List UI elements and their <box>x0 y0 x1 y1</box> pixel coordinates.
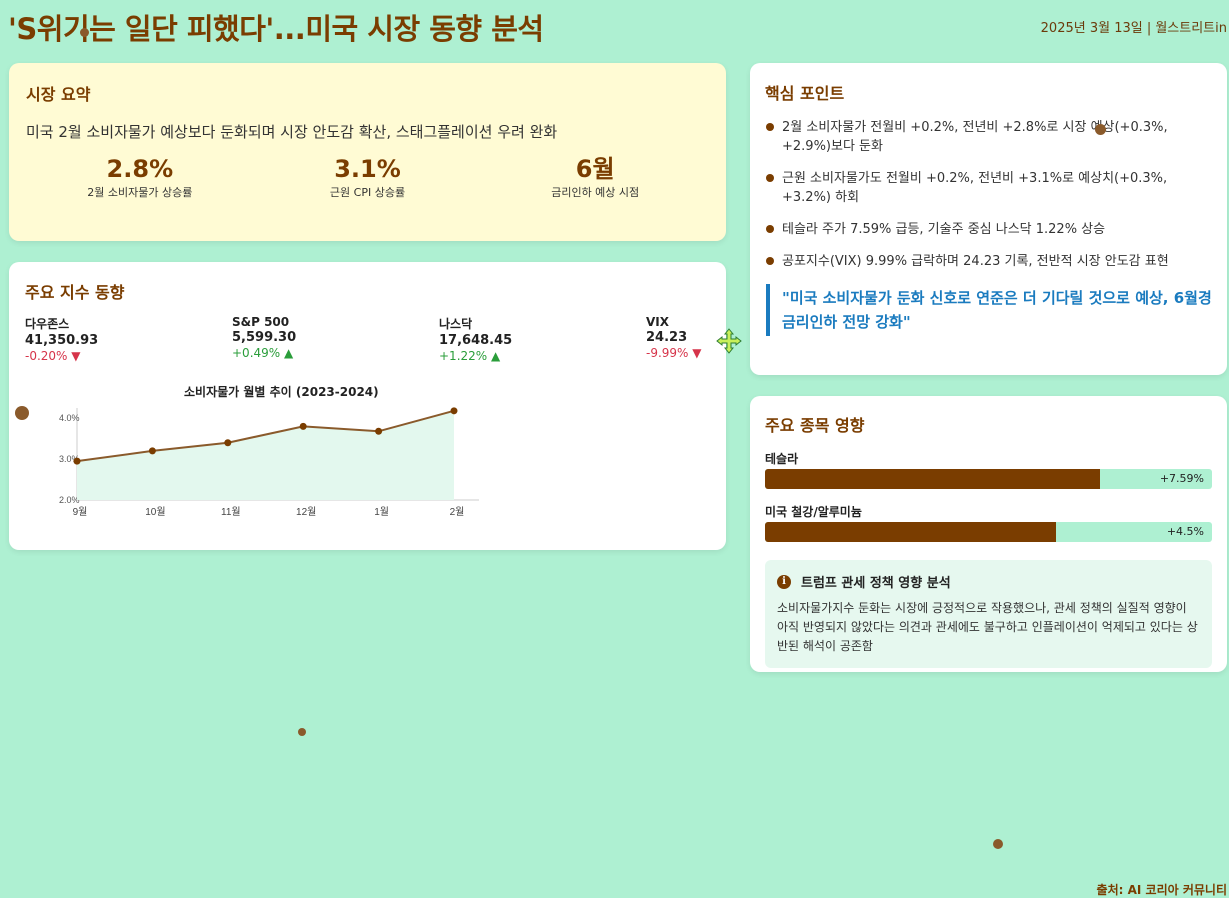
keypoint-text: 테슬라 주가 7.59% 급등, 기술주 중심 나스닥 1.22% 상승 <box>782 222 1106 237</box>
analysis-title: 트럼프 관세 정책 영향 분석 <box>801 576 951 591</box>
info-icon: i <box>777 574 791 589</box>
keypoints-list: 2월 소비자물가 전월비 +0.2%, 전년비 +2.8%로 시장 예상(+0.… <box>765 118 1212 271</box>
stock-change: +7.59% <box>1159 472 1204 485</box>
indices-card: 주요 지수 동향 다우존스 41,350.93 -0.20% ▼ S&P 500… <box>9 262 726 550</box>
stat-value: 2.8% <box>106 155 174 183</box>
decor-dot <box>15 406 29 420</box>
indices-heading: 주요 지수 동향 <box>25 283 125 302</box>
stat-label: 근원 CPI 상승률 <box>329 186 406 199</box>
data-point <box>450 407 458 415</box>
data-point <box>224 439 232 447</box>
x-tick-label: 11월 <box>221 506 241 518</box>
data-point <box>73 457 81 465</box>
move-cursor-icon <box>716 328 742 354</box>
stock-change: +4.5% <box>1166 525 1204 538</box>
index-name: S&P 500 <box>232 315 290 329</box>
index-change: +1.22% ▲ <box>439 349 501 363</box>
stocks-card: 주요 종목 영향 테슬라 +7.59% 미국 철강/알루미늄 +4.5% i 트… <box>750 396 1227 672</box>
chart-title: 소비자물가 월별 추이 (2023-2024) <box>184 385 379 399</box>
analysis-body: 소비자물가지수 둔화는 시장에 긍정적으로 작용했으나, 관세 정책의 실질적 … <box>777 601 1198 653</box>
keypoint-text: 근원 소비자물가도 전월비 +0.2%, 전년비 +3.1%로 예상치(+0.3… <box>782 171 1168 205</box>
index-nasdaq: 나스닥 17,648.45 +1.22% ▲ <box>439 315 646 363</box>
stat-value: 3.1% <box>334 155 401 183</box>
stat-core-cpi: 3.1% 근원 CPI 상승률 <box>254 156 482 200</box>
stat-cpi: 2.8% 2월 소비자물가 상승률 <box>26 156 254 200</box>
stock-bar-fill <box>765 522 1056 542</box>
list-item: 공포지수(VIX) 9.99% 급락하며 24.23 기록, 전반적 시장 안도… <box>765 252 1212 271</box>
index-change: -9.99% ▼ <box>646 346 702 360</box>
y-tick-label: 4.0% <box>59 413 80 423</box>
stock-bar-track: +7.59% <box>765 469 1212 489</box>
footer-source: 출처: AI 코리아 커뮤니티 <box>1096 883 1227 897</box>
stock-steel: 미국 철강/알루미늄 +4.5% <box>765 503 1212 542</box>
index-value: 41,350.93 <box>25 333 99 348</box>
index-sp500: S&P 500 5,599.30 +0.49% ▲ <box>232 315 439 363</box>
keypoint-text: 2월 소비자물가 전월비 +0.2%, 전년비 +2.8%로 시장 예상(+0.… <box>782 120 1168 154</box>
x-tick-label: 1월 <box>374 506 389 518</box>
stocks-heading: 주요 종목 영향 <box>765 416 865 435</box>
stock-tesla: 테슬라 +7.59% <box>765 450 1212 489</box>
market-summary-card: 시장 요약 미국 2월 소비자물가 예상보다 둔화되며 시장 안도감 확산, 스… <box>9 63 726 241</box>
decor-dot <box>298 728 306 736</box>
index-vix: VIX 24.23 -9.99% ▼ <box>646 315 706 363</box>
stock-name: 미국 철강/알루미늄 <box>765 505 862 519</box>
decor-dot <box>80 28 89 37</box>
date-source: 2025년 3월 13일 | 월스트리트in <box>1040 21 1227 36</box>
data-point <box>375 427 383 435</box>
x-tick-label: 9월 <box>73 506 88 518</box>
list-item: 2월 소비자물가 전월비 +0.2%, 전년비 +2.8%로 시장 예상(+0.… <box>765 118 1212 156</box>
keypoints-heading: 핵심 포인트 <box>765 84 845 103</box>
index-change: +0.49% ▲ <box>232 346 294 360</box>
index-value: 24.23 <box>646 330 688 345</box>
key-points-card: 핵심 포인트 2월 소비자물가 전월비 +0.2%, 전년비 +2.8%로 시장… <box>750 63 1227 375</box>
bullet-icon <box>766 257 774 265</box>
y-tick-label: 2.0% <box>59 495 80 505</box>
stock-name: 테슬라 <box>765 452 799 466</box>
x-tick-label: 10월 <box>145 506 165 518</box>
bullet-icon <box>766 123 774 131</box>
data-point <box>299 422 307 430</box>
x-tick-label: 2월 <box>450 506 465 518</box>
bullet-icon <box>766 225 774 233</box>
data-point <box>148 447 156 455</box>
index-change: -0.20% ▼ <box>25 349 81 363</box>
analysis-title-row: i 트럼프 관세 정책 영향 분석 <box>777 572 1200 591</box>
index-name: VIX <box>646 315 670 329</box>
tariff-analysis-box: i 트럼프 관세 정책 영향 분석 소비자물가지수 둔화는 시장에 긍정적으로 … <box>765 560 1212 668</box>
stock-bar-fill <box>765 469 1101 489</box>
page-title: 'S위기는 일단 피했다'...미국 시장 동향 분석 <box>8 12 544 46</box>
index-name: 다우존스 <box>25 317 70 331</box>
stat-label: 2월 소비자물가 상승률 <box>87 186 193 199</box>
list-item: 테슬라 주가 7.59% 급등, 기술주 중심 나스닥 1.22% 상승 <box>765 220 1212 239</box>
summary-description: 미국 2월 소비자물가 예상보다 둔화되며 시장 안도감 확산, 스태그플레이션… <box>26 123 558 141</box>
index-name: 나스닥 <box>439 317 473 331</box>
x-tick-label: 12월 <box>296 506 316 518</box>
list-item: 근원 소비자물가도 전월비 +0.2%, 전년비 +3.1%로 예상치(+0.3… <box>765 169 1212 207</box>
indices-row: 다우존스 41,350.93 -0.20% ▼ S&P 500 5,599.30… <box>25 315 710 363</box>
stat-value: 6월 <box>575 155 615 183</box>
decor-dot <box>993 839 1003 849</box>
index-dow: 다우존스 41,350.93 -0.20% ▼ <box>25 315 232 363</box>
decor-dot <box>1095 124 1106 135</box>
stock-bar-track: +4.5% <box>765 522 1212 542</box>
summary-heading: 시장 요약 <box>26 85 91 104</box>
stat-label: 금리인하 예상 시점 <box>551 186 640 199</box>
bullet-icon <box>766 174 774 182</box>
summary-stats: 2.8% 2월 소비자물가 상승률 3.1% 근원 CPI 상승률 6월 금리인… <box>26 156 709 200</box>
index-value: 17,648.45 <box>439 333 513 348</box>
highlight-quote: "미국 소비자물가 둔화 신호로 연준은 더 기다릴 것으로 예상, 6월경 금… <box>766 284 1212 336</box>
stat-rate-cut: 6월 금리인하 예상 시점 <box>481 156 709 200</box>
index-value: 5,599.30 <box>232 330 297 345</box>
cpi-line-chart: 2.0%3.0%4.0%9월 10월 11월 12월 1월 2월 <box>59 407 479 518</box>
keypoint-text: 공포지수(VIX) 9.99% 급락하며 24.23 기록, 전반적 시장 안도… <box>782 254 1169 269</box>
area-fill <box>77 410 454 500</box>
